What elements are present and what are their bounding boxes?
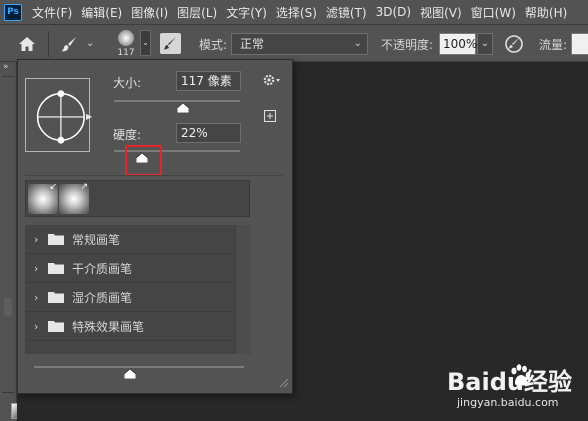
chevron-right-icon[interactable]: ›: [34, 320, 48, 333]
toolbar-divider: [2, 76, 14, 77]
opacity-label: 不透明度:: [381, 38, 434, 52]
chevron-right-icon[interactable]: ›: [34, 291, 48, 304]
menu-help[interactable]: 帮助(H): [525, 4, 567, 21]
brush-preset-panel: ▶ 大小: 117 像素 硬度: 22% ↙ ↗ › 常规画笔 › 干介质画笔: [17, 59, 293, 394]
folder-label: 常规画笔: [72, 232, 121, 247]
size-slider-handle[interactable]: [177, 103, 190, 113]
toolbar-scrollbar[interactable]: [4, 298, 12, 316]
folder-row[interactable]: › 特殊效果画笔: [25, 312, 232, 341]
chevron-right-icon[interactable]: ›: [34, 262, 48, 275]
annotation-highlight-box: [125, 145, 162, 176]
blend-mode-select[interactable]: 正常 ⌄: [231, 33, 368, 55]
brush-tip-thumbnail: [118, 30, 134, 46]
size-slider-track[interactable]: [114, 100, 240, 102]
gear-icon[interactable]: [263, 73, 281, 87]
preview-size-slider-track[interactable]: [34, 366, 244, 368]
photoshop-logo-icon[interactable]: Ps: [4, 3, 22, 21]
brush-preset-picker[interactable]: 117: [112, 28, 140, 60]
flow-input[interactable]: [571, 33, 588, 55]
size-label: 大小:: [113, 76, 142, 90]
folder-row[interactable]: › 常规画笔: [25, 225, 232, 254]
opacity-input[interactable]: 100%: [439, 33, 477, 55]
new-preset-icon[interactable]: [264, 110, 276, 122]
brush-tip-shape-icon: [36, 90, 85, 144]
folder-row[interactable]: › 干介质画笔: [25, 254, 232, 283]
folder-icon: [48, 263, 64, 274]
chevron-down-icon: ⌄: [353, 38, 362, 49]
menu-type[interactable]: 文字(Y): [226, 4, 267, 21]
tools-panel: »: [0, 62, 17, 421]
menu-3d[interactable]: 3D(D): [376, 5, 411, 19]
opacity-slider-dropdown[interactable]: ⌄: [477, 33, 493, 55]
brush-preset-dropdown-button[interactable]: ⌄: [140, 30, 151, 56]
menu-bar: Ps 文件(F) 编辑(E) 图像(I) 图层(L) 文字(Y) 选择(S) 滤…: [0, 0, 588, 24]
folder-label: 干介质画笔: [72, 261, 133, 276]
options-divider: [48, 31, 49, 57]
folder-row[interactable]: › 湿介质画笔: [25, 283, 232, 312]
hardness-input[interactable]: 22%: [176, 123, 241, 143]
flow-label: 流量:: [539, 38, 568, 52]
toolbar-divider: [2, 392, 14, 393]
menu-edit[interactable]: 编辑(E): [81, 4, 122, 21]
menu-select[interactable]: 选择(S): [276, 4, 317, 21]
hardness-label: 硬度:: [113, 128, 142, 142]
size-input[interactable]: 117 像素: [176, 71, 241, 91]
menu-view[interactable]: 视图(V): [420, 4, 462, 21]
watermark-url: jingyan.baidu.com: [457, 396, 559, 409]
menu-image[interactable]: 图像(I): [131, 4, 168, 21]
recent-brush-thumbnail[interactable]: ↙: [28, 182, 58, 214]
mode-label: 模式:: [199, 38, 228, 52]
folder-icon: [48, 321, 64, 332]
options-bar: ⌄ 117 ⌄ 模式: 正常 ⌄ 不透明度: 100% ⌄ 流量:: [0, 24, 588, 62]
pressure-opacity-icon[interactable]: [503, 33, 525, 55]
brush-settings-icon: [164, 37, 176, 50]
panel-divider: [25, 175, 283, 176]
arrow-icon: ↗: [80, 182, 88, 192]
menu-window[interactable]: 窗口(W): [471, 4, 516, 21]
brush-folder-list: › 常规画笔 › 干介质画笔 › 湿介质画笔 › 特殊效果画笔: [25, 225, 251, 354]
folder-icon: [48, 292, 64, 303]
menu-file[interactable]: 文件(F): [32, 4, 72, 21]
collapse-toolbar-icon[interactable]: »: [3, 62, 9, 72]
menu-layer[interactable]: 图层(L): [177, 4, 217, 21]
recent-brush-thumbnail[interactable]: ↗: [59, 182, 89, 214]
toggle-brush-settings-panel-button[interactable]: [160, 33, 181, 54]
home-icon[interactable]: [18, 36, 36, 52]
baidu-paw-logo-icon: [511, 364, 531, 386]
resize-grip-icon[interactable]: [277, 376, 289, 388]
chevron-right-icon[interactable]: ›: [34, 233, 48, 246]
menu-filter[interactable]: 滤镜(T): [326, 4, 367, 21]
baidu-jingyan-watermark: Baidu经验 jingyan.baidu.com: [447, 360, 587, 418]
folder-label: 湿介质画笔: [72, 290, 133, 305]
angle-handle-arrow-icon[interactable]: ▶: [86, 112, 92, 121]
folder-label: 特殊效果画笔: [72, 319, 145, 334]
folder-list-scrollbar[interactable]: [235, 225, 251, 354]
folder-icon: [48, 234, 64, 245]
blend-mode-value: 正常: [240, 37, 265, 51]
brush-tool-dropdown-chevron-icon[interactable]: ⌄: [86, 38, 94, 49]
preview-size-slider-handle[interactable]: [124, 369, 136, 379]
recent-brushes-strip: ↙ ↗: [25, 180, 250, 217]
arrow-icon: ↙: [49, 182, 57, 192]
brush-angle-roundness-preview[interactable]: [25, 78, 90, 152]
brush-size-readout: 117: [117, 48, 135, 58]
brush-tool-icon[interactable]: [60, 35, 78, 53]
